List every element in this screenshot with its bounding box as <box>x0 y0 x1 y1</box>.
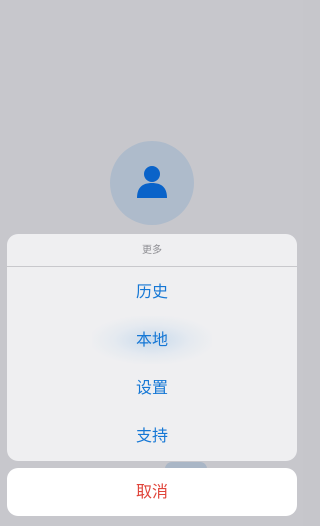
action-item-support[interactable]: 支持 <box>7 412 297 460</box>
action-item-settings[interactable]: 设置 <box>7 364 297 412</box>
action-item-local[interactable]: 本地 <box>7 316 297 364</box>
avatar <box>110 141 194 225</box>
action-sheet: 更多 历史 本地 设置 支持 <box>7 234 297 461</box>
action-item-history[interactable]: 历史 <box>7 268 297 316</box>
cancel-button[interactable]: 取消 <box>7 468 297 516</box>
action-sheet-title: 更多 <box>7 234 297 267</box>
person-icon <box>137 166 167 198</box>
